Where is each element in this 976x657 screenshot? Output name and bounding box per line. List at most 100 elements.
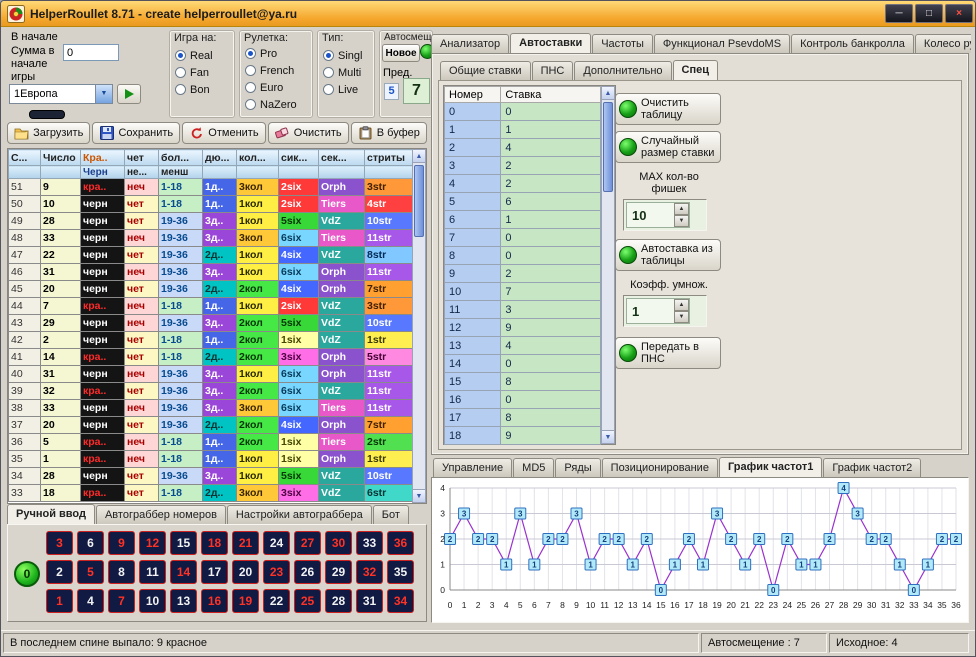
chevron-down-icon[interactable]: ▼ xyxy=(95,85,112,103)
number-button-21[interactable]: 21 xyxy=(232,531,259,555)
number-button-33[interactable]: 33 xyxy=(356,531,383,555)
bets-row[interactable]: 00 xyxy=(445,103,601,121)
history-row[interactable]: 4520чернчет19-362д..2кол4sixOrph7str xyxy=(9,281,415,298)
number-button-15[interactable]: 15 xyxy=(170,531,197,555)
number-button-2[interactable]: 2 xyxy=(46,560,73,584)
dark-pill-button[interactable] xyxy=(29,110,65,119)
main-tab-3[interactable]: Частоты xyxy=(592,34,653,53)
bets-row[interactable]: 32 xyxy=(445,157,601,175)
number-button-36[interactable]: 36 xyxy=(387,531,414,555)
radio-roulette-pro[interactable]: Pro xyxy=(240,45,312,62)
input-tab-3[interactable]: Настройки автограббера xyxy=(227,505,372,524)
number-button-25[interactable]: 25 xyxy=(294,589,321,613)
history-row[interactable]: 365кра..неч1-181д..2кол1sixTiers2str xyxy=(9,434,415,451)
history-row[interactable]: 5010чернчет1-181д..1кол2sixTiers4str xyxy=(9,196,415,213)
history-header-street[interactable]: стриты xyxy=(365,150,415,166)
number-button-24[interactable]: 24 xyxy=(263,531,290,555)
number-button-19[interactable]: 19 xyxy=(232,589,259,613)
clear-button[interactable]: Очистить xyxy=(268,122,349,144)
minimize-button[interactable]: ─ xyxy=(885,4,913,23)
history-row[interactable]: 4329черннеч19-363д..2кол5sixVdZ10str xyxy=(9,315,415,332)
chart-tab-2[interactable]: MD5 xyxy=(513,458,554,477)
number-button-7[interactable]: 7 xyxy=(108,589,135,613)
spinner-up-icon[interactable]: ▲ xyxy=(674,203,689,215)
number-button-22[interactable]: 22 xyxy=(263,589,290,613)
number-button-34[interactable]: 34 xyxy=(387,589,414,613)
history-row[interactable]: 4114кра..чет1-182д..2кол3sixOrph5str xyxy=(9,349,415,366)
number-button-8[interactable]: 8 xyxy=(108,560,135,584)
history-row[interactable]: 447кра..неч1-181д..1кол2sixVdZ3str xyxy=(9,298,415,315)
chart-tab-3[interactable]: Ряды xyxy=(555,458,600,477)
number-button-35[interactable]: 35 xyxy=(387,560,414,584)
bets-row[interactable]: 129 xyxy=(445,319,601,337)
bets-row[interactable]: 107 xyxy=(445,283,601,301)
undo-button[interactable]: Отменить xyxy=(182,122,265,144)
radio-roulette-nazero[interactable]: NaZero xyxy=(240,96,312,113)
start-game-button[interactable] xyxy=(117,84,141,104)
spinner-up-icon[interactable]: ▲ xyxy=(674,299,689,311)
chart-tab-6[interactable]: График частот2 xyxy=(823,458,921,477)
bets-row[interactable]: 70 xyxy=(445,229,601,247)
number-button-9[interactable]: 9 xyxy=(108,531,135,555)
number-button-27[interactable]: 27 xyxy=(294,531,321,555)
history-row[interactable]: 4631черннеч19-363д..1кол6sixOrph11str xyxy=(9,264,415,281)
main-tab-2[interactable]: Автоставки xyxy=(510,33,591,53)
history-row[interactable]: 3932кра..чет19-363д..2кол6sixVdZ11str xyxy=(9,383,415,400)
history-row[interactable]: 3720чернчет19-362д..2кол4sixOrph7str xyxy=(9,417,415,434)
bets-row[interactable]: 160 xyxy=(445,391,601,409)
maximize-button[interactable]: □ xyxy=(915,4,943,23)
input-tab-1[interactable]: Ручной ввод xyxy=(7,504,95,524)
number-button-17[interactable]: 17 xyxy=(201,560,228,584)
new-autoshift-button[interactable]: Новое xyxy=(382,44,420,62)
clear-table-button[interactable]: Очистить таблицу xyxy=(615,93,721,125)
close-button[interactable]: × xyxy=(945,4,973,23)
history-row[interactable]: 4833черннеч19-363д..3кол6sixTiers11str xyxy=(9,230,415,247)
history-row[interactable]: 351кра..неч1-181д..1кол1sixOrph1str xyxy=(9,451,415,468)
number-button-31[interactable]: 31 xyxy=(356,589,383,613)
bets-row[interactable]: 56 xyxy=(445,193,601,211)
save-button[interactable]: Сохранить xyxy=(92,122,180,144)
bet-tab-1[interactable]: Общие ставки xyxy=(440,61,531,80)
max-chips-value[interactable]: 10 xyxy=(627,208,674,223)
history-row[interactable]: 4722чернчет19-362д..1кол4sixVdZ8str xyxy=(9,247,415,264)
radio-roulette-french[interactable]: French xyxy=(240,62,312,79)
scroll-up-icon[interactable]: ▲ xyxy=(602,87,614,100)
number-button-16[interactable]: 16 xyxy=(201,589,228,613)
bets-scrollbar[interactable]: ▲ ▼ xyxy=(601,86,615,444)
number-button-32[interactable]: 32 xyxy=(356,560,383,584)
history-row[interactable]: 4031черннеч19-363д..1кол6sixOrph11str xyxy=(9,366,415,383)
history-header-parity[interactable]: чет xyxy=(125,150,159,166)
history-row[interactable]: 3318кра..чет1-182д..3кол3sixVdZ6str xyxy=(9,485,415,502)
history-scroll-thumb[interactable] xyxy=(414,165,424,237)
bets-scroll-thumb[interactable] xyxy=(603,102,613,192)
radio-type-multi[interactable]: Multi xyxy=(318,64,374,81)
number-button-10[interactable]: 10 xyxy=(139,589,166,613)
bets-row[interactable]: 140 xyxy=(445,355,601,373)
number-button-12[interactable]: 12 xyxy=(139,531,166,555)
history-row[interactable]: 519кра..неч1-181д..3кол2sixOrph3str xyxy=(9,179,415,196)
history-header-spin[interactable]: С... xyxy=(9,150,41,166)
scroll-down-icon[interactable]: ▼ xyxy=(602,430,614,443)
number-button-4[interactable]: 4 xyxy=(77,589,104,613)
history-header-half[interactable]: бол... xyxy=(159,150,203,166)
number-button-26[interactable]: 26 xyxy=(294,560,321,584)
bets-row[interactable]: 158 xyxy=(445,373,601,391)
load-button[interactable]: Загрузить xyxy=(7,122,90,144)
game-select[interactable]: 1Европа ▼ xyxy=(9,84,113,104)
number-button-14[interactable]: 14 xyxy=(170,560,197,584)
input-tab-2[interactable]: Автограббер номеров xyxy=(96,505,226,524)
input-tab-4[interactable]: Бот xyxy=(373,505,409,524)
history-header-six[interactable]: сик... xyxy=(279,150,319,166)
number-button-5[interactable]: 5 xyxy=(77,560,104,584)
random-stake-button[interactable]: Случайный размер ставки xyxy=(615,131,721,163)
send-to-pns-button[interactable]: Передать в ПНС xyxy=(615,337,721,369)
history-header-num[interactable]: Число xyxy=(41,150,81,166)
history-row[interactable]: 3428чернчет19-363д..1кол5sixVdZ10str xyxy=(9,468,415,485)
coef-value[interactable]: 1 xyxy=(627,304,674,319)
main-tab-4[interactable]: Функционал PsevdoMS xyxy=(654,34,790,53)
spinner-down-icon[interactable]: ▼ xyxy=(674,215,689,227)
bets-row[interactable]: 24 xyxy=(445,139,601,157)
number-button-6[interactable]: 6 xyxy=(77,531,104,555)
bets-row[interactable]: 42 xyxy=(445,175,601,193)
bets-row[interactable]: 113 xyxy=(445,301,601,319)
